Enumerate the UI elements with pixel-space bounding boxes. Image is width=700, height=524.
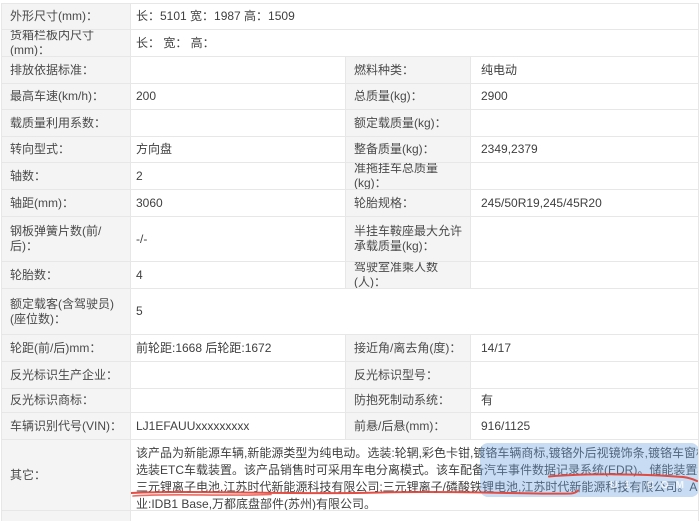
spec-label-other: 其它： xyxy=(2,440,131,511)
spec-label-curb-weight: 整备质量(kg)： xyxy=(346,137,471,163)
spec-label-fifth-wheel-load: 半挂车鞍座最大允许承载质量(kg)： xyxy=(346,217,471,262)
spec-label-fuel-type: 燃料种类： xyxy=(346,57,471,84)
vehicle-spec-table: 外形尺寸(mm)： 长：5101 宽：1987 高：1509 货箱栏板内尺寸(m… xyxy=(1,3,699,521)
spec-label-tire-count: 轮胎数： xyxy=(2,262,131,289)
spec-label-rated-load: 额定载质量(kg)： xyxy=(346,110,471,137)
spec-value-gross-mass: 2900 xyxy=(471,84,698,110)
spec-label-dimensions: 外形尺寸(mm)： xyxy=(2,4,131,30)
spec-value-approach-departure-angle: 14/17 xyxy=(471,335,698,362)
spec-value-load-utilization xyxy=(131,110,346,137)
spec-value-tire-count: 4 xyxy=(131,262,346,289)
spec-value-trailer-mass xyxy=(471,163,698,190)
spec-value-reflective-marking-brand xyxy=(131,389,346,413)
spec-label-tire-spec: 轮胎规格： xyxy=(346,190,471,217)
spec-label-axle-count: 轴数： xyxy=(2,163,131,190)
spec-value-cab-passengers xyxy=(471,262,698,289)
spec-value-cargo-inner-size: 长： 宽： 高： xyxy=(131,30,698,57)
spec-value-partial-row xyxy=(131,511,698,521)
spec-value-steering-type: 方向盘 xyxy=(131,137,346,163)
spec-value-leaf-springs: -/- xyxy=(131,217,346,262)
spec-value-fifth-wheel-load xyxy=(471,217,698,262)
other-notes-line-1: 该产品为新能源车辆,新能源类型为纯电动。选装:轮辋,彩色卡钳,镀铬车辆商标,镀铬… xyxy=(136,445,690,462)
spec-value-reflective-marking-model xyxy=(471,362,698,389)
spec-value-max-speed: 200 xyxy=(131,84,346,110)
spec-value-fuel-type: 纯电动 xyxy=(471,57,698,84)
spec-label-vin: 车辆识别代号(VIN)： xyxy=(2,413,131,440)
spec-value-seating-capacity: 5 xyxy=(131,289,698,335)
spec-label-trailer-mass: 准拖挂车总质量(kg)： xyxy=(346,163,471,190)
spec-label-leaf-springs: 钢板弹簧片数(前/后)： xyxy=(2,217,131,262)
spec-label-overhang: 前悬/后悬(mm)： xyxy=(346,413,471,440)
spec-value-wheelbase: 3060 xyxy=(131,190,346,217)
vin-value: LJ1EFAUUxxxxxxxxx xyxy=(131,413,346,440)
spec-label-max-speed: 最高车速(km/h)： xyxy=(2,84,131,110)
other-notes: 该产品为新能源车辆,新能源类型为纯电动。选装:轮辋,彩色卡钳,镀铬车辆商标,镀铬… xyxy=(131,440,698,511)
spec-label-emission-standard: 排放依据标准： xyxy=(2,57,131,84)
spec-label-seating-capacity: 额定载客(含驾驶员)(座位数)： xyxy=(2,289,131,335)
spec-value-axle-count: 2 xyxy=(131,163,346,190)
spec-value-overhang: 916/1125 xyxy=(471,413,698,440)
spec-label-approach-departure-angle: 接近角/离去角(度)： xyxy=(346,335,471,362)
spec-label-abs: 防抱死制动系统： xyxy=(346,389,471,413)
spec-label-wheelbase: 轴距(mm)： xyxy=(2,190,131,217)
spec-value-rated-load xyxy=(471,110,698,137)
spec-value-track-width: 前轮距:1668 后轮距:1672 xyxy=(131,335,346,362)
spec-value-tire-spec: 245/50R19,245/45R20 xyxy=(471,190,698,217)
other-notes-line-2: 选装ETC车载装置。该产品销售时可采用车电分离模式。该车配备汽车事件数据记录系统… xyxy=(136,462,690,479)
spec-value-reflective-marking-maker xyxy=(131,362,346,389)
spec-label-reflective-marking-model: 反光标识型号： xyxy=(346,362,471,389)
spec-label-partial-row xyxy=(2,511,131,521)
spec-label-load-utilization: 载质量利用系数： xyxy=(2,110,131,137)
spec-label-gross-mass: 总质量(kg)： xyxy=(346,84,471,110)
spec-label-steering-type: 转向型式： xyxy=(2,137,131,163)
spec-value-emission-standard xyxy=(131,57,346,84)
spec-value-dimensions: 长：5101 宽：1987 高：1509 xyxy=(131,4,698,30)
spec-value-curb-weight: 2349,2379 xyxy=(471,137,698,163)
spec-label-cab-passengers: 驾驶室准乘人数(人)： xyxy=(346,262,471,289)
spec-label-cargo-inner-size: 货箱栏板内尺寸(mm)： xyxy=(2,30,131,57)
spec-value-abs: 有 xyxy=(471,389,698,413)
other-notes-line-4: 业:IDB1 Base,万都底盘部件(苏州)有限公司。 xyxy=(136,496,690,511)
spec-label-track-width: 轮距(前/后)mm： xyxy=(2,335,131,362)
spec-label-reflective-marking-maker: 反光标识生产企业： xyxy=(2,362,131,389)
spec-label-reflective-marking-brand: 反光标识商标： xyxy=(2,389,131,413)
other-notes-line-3: 三元锂离子电池,江苏时代新能源科技有限公司;三元锂离子/磷酸铁锂电池,江苏时代新… xyxy=(136,479,690,496)
